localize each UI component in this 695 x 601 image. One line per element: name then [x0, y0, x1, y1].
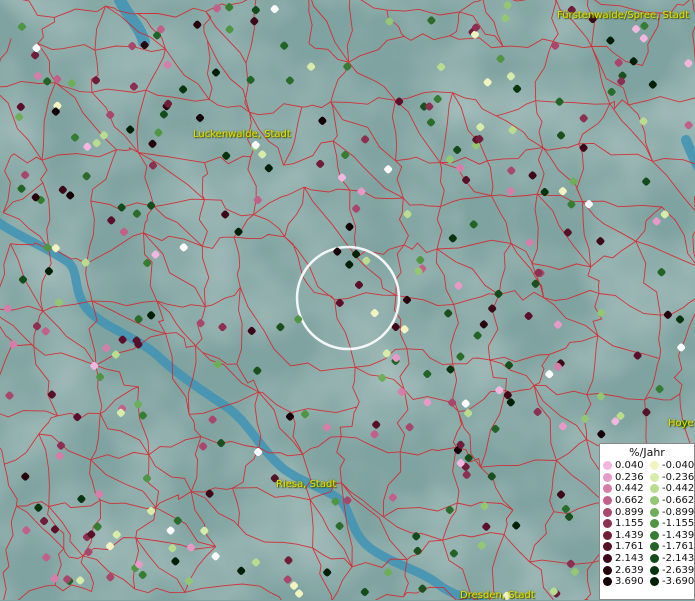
legend-value: 0.899 — [615, 506, 644, 518]
legend-value: 2.143 — [615, 553, 644, 565]
legend-entry-decrease: -0.236 — [647, 472, 694, 483]
legend-swatch — [603, 461, 612, 471]
legend-value: -1.155 — [662, 518, 695, 530]
legend-entry-increase: 1.439 — [600, 530, 647, 541]
legend-rows: 0.040 -0.040 0.236 -0.236 0.442 -0.442 0.662 -0… — [600, 460, 694, 588]
legend-swatch — [603, 554, 612, 564]
legend-swatch — [603, 496, 612, 506]
legend-entry-increase: 1.155 — [600, 518, 647, 529]
legend-row: 1.439 -1.439 — [600, 530, 694, 542]
legend-swatch — [603, 484, 612, 494]
legend-entry-increase: 0.662 — [600, 495, 647, 506]
place-label-dresden: Dresden, Stadt — [460, 590, 535, 601]
legend-swatch — [650, 577, 659, 587]
legend-entry-increase: 2.639 — [600, 565, 647, 576]
legend-entry-increase: 0.442 — [600, 483, 647, 494]
legend-value: 3.690 — [615, 576, 644, 588]
legend-value: 1.439 — [615, 529, 644, 541]
legend-swatch — [650, 530, 659, 540]
legend-swatch — [650, 542, 659, 552]
legend-entry-increase: 1.761 — [600, 541, 647, 552]
legend-swatch — [650, 472, 659, 482]
legend-swatch — [603, 542, 612, 552]
legend-entry-decrease: -0.040 — [647, 460, 694, 471]
legend-swatch — [603, 519, 612, 529]
legend-value: 0.442 — [615, 483, 644, 495]
legend-entry-increase: 2.143 — [600, 553, 647, 564]
legend-row: 0.236 -0.236 — [600, 472, 694, 484]
legend-value: -2.639 — [662, 564, 695, 576]
legend-entry-increase: 0.040 — [600, 460, 647, 471]
legend-row: 0.040 -0.040 — [600, 460, 694, 472]
legend-swatch — [603, 577, 612, 587]
place-label-hoye: Hoye — [668, 418, 694, 429]
legend-entry-decrease: -2.639 — [647, 565, 694, 576]
place-label-fuerstenwalde: Fürstenwalde/Spree, Stadt — [557, 10, 690, 21]
legend-row: 0.899 -0.899 — [600, 506, 694, 518]
legend-entry-decrease: -3.690 — [647, 576, 694, 587]
legend-entry-decrease: -2.143 — [647, 553, 694, 564]
legend-row: 0.662 -0.662 — [600, 495, 694, 507]
legend-swatch — [603, 507, 612, 517]
legend-entry-decrease: -1.761 — [647, 541, 694, 552]
legend-row: 0.442 -0.442 — [600, 483, 694, 495]
legend-entry-decrease: -1.155 — [647, 518, 694, 529]
legend-swatch — [650, 519, 659, 529]
legend-row: 3.690 -3.690 — [600, 576, 694, 588]
legend-row: 2.639 -2.639 — [600, 564, 694, 576]
legend-swatch — [603, 472, 612, 482]
legend-swatch — [650, 496, 659, 506]
place-label-riesa: Riesa, Stadt — [276, 479, 337, 490]
legend-entry-decrease: -1.439 — [647, 530, 694, 541]
legend-value: 0.662 — [615, 495, 644, 507]
legend-value: -1.761 — [662, 541, 695, 553]
legend-value: 0.040 — [615, 460, 644, 472]
legend-row: 2.143 -2.143 — [600, 553, 694, 565]
legend-entry-decrease: -0.442 — [647, 483, 694, 494]
legend-value: -0.899 — [662, 506, 695, 518]
legend-value: -2.143 — [662, 553, 695, 565]
legend-entry-increase: 0.236 — [600, 472, 647, 483]
legend-swatch — [650, 484, 659, 494]
legend-value: 1.761 — [615, 541, 644, 553]
map-canvas[interactable] — [0, 0, 695, 600]
legend-value: -3.690 — [662, 576, 695, 588]
legend-swatch — [650, 461, 659, 471]
legend-value: 2.639 — [615, 564, 644, 576]
legend-entry-decrease: -0.899 — [647, 507, 694, 518]
legend-swatch — [603, 530, 612, 540]
legend-value: 0.236 — [615, 471, 644, 483]
legend-value: 1.155 — [615, 518, 644, 530]
legend-value: -0.442 — [662, 483, 695, 495]
map-legend: %/Jahr 0.040 -0.040 0.236 -0.236 0.442 -0.442… — [599, 443, 695, 600]
legend-swatch — [603, 565, 612, 575]
legend-value: -1.439 — [662, 529, 695, 541]
legend-entry-decrease: -0.662 — [647, 495, 694, 506]
legend-swatch — [650, 507, 659, 517]
legend-swatch — [650, 554, 659, 564]
legend-row: 1.761 -1.761 — [600, 541, 694, 553]
legend-value: -0.662 — [662, 495, 695, 507]
legend-row: 1.155 -1.155 — [600, 518, 694, 530]
legend-entry-increase: 0.899 — [600, 507, 647, 518]
legend-value: -0.236 — [662, 471, 695, 483]
legend-swatch — [650, 565, 659, 575]
legend-value: -0.040 — [662, 460, 695, 472]
place-label-luckenwalde: Luckenwalde, Stadt — [193, 129, 291, 140]
legend-entry-increase: 3.690 — [600, 576, 647, 587]
legend-title: %/Jahr — [629, 446, 665, 459]
